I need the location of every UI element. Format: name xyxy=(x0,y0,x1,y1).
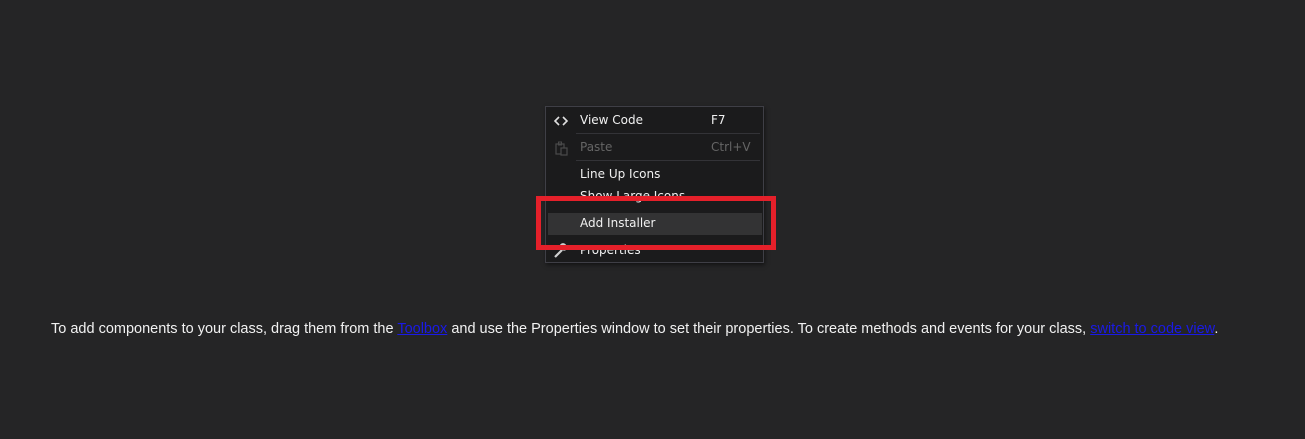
menu-separator xyxy=(576,160,760,161)
hint-text-after: . xyxy=(1214,321,1219,337)
menu-item-line-up-icons[interactable]: Line Up Icons xyxy=(548,164,762,186)
menu-item-label: View Code xyxy=(580,113,644,127)
menu-item-label: Line Up Icons xyxy=(580,167,661,181)
code-brackets-icon xyxy=(553,116,569,126)
menu-item-label: Paste xyxy=(580,140,613,154)
menu-item-shortcut: F7 xyxy=(711,113,726,127)
designer-surface[interactable]: View Code F7 Paste Ctrl+V Line Up Icons … xyxy=(0,0,1305,439)
hint-text-before: To add components to your class, drag th… xyxy=(51,321,398,337)
menu-item-view-code[interactable]: View Code F7 xyxy=(548,110,762,132)
paste-icon xyxy=(555,141,568,156)
designer-hint-text: To add components to your class, drag th… xyxy=(51,321,1218,337)
switch-to-code-view-link[interactable]: switch to code view xyxy=(1090,321,1214,337)
menu-item-paste[interactable]: Paste Ctrl+V xyxy=(548,137,762,159)
highlight-box xyxy=(536,196,776,250)
menu-item-shortcut: Ctrl+V xyxy=(711,140,751,154)
toolbox-link[interactable]: Toolbox xyxy=(397,321,447,337)
hint-text-middle: and use the Properties window to set the… xyxy=(447,321,1091,337)
menu-separator xyxy=(576,133,760,134)
